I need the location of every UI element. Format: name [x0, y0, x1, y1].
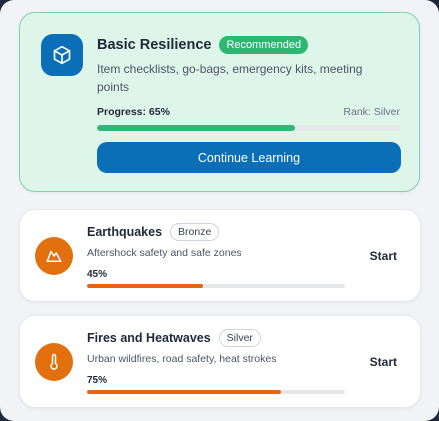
module-title: Earthquakes	[87, 225, 163, 239]
featured-progress-bar	[97, 125, 401, 131]
start-button[interactable]: Start	[370, 249, 397, 263]
module-icon-tile	[35, 343, 73, 381]
module-card-fires-heatwaves[interactable]: Fires and Heatwaves Silver Urban wildfir…	[19, 315, 421, 408]
module-progress-fill	[87, 390, 281, 394]
learning-screen: Basic Resilience Recommended Item checkl…	[0, 0, 439, 421]
featured-title-row: Basic Resilience Recommended	[97, 36, 309, 54]
featured-module-card[interactable]: Basic Resilience Recommended Item checkl…	[19, 12, 420, 192]
continue-learning-button[interactable]: Continue Learning	[97, 142, 401, 173]
module-rank-badge: Bronze	[170, 223, 220, 241]
cube-icon	[53, 45, 71, 65]
featured-title: Basic Resilience	[97, 37, 212, 53]
thermometer-icon	[50, 353, 58, 370]
module-rank-badge: Silver	[218, 329, 261, 347]
module-card-earthquakes[interactable]: Earthquakes Bronze Aftershock safety and…	[19, 209, 421, 302]
featured-rank: Rank: Silver	[343, 106, 400, 118]
module-title: Fires and Heatwaves	[87, 331, 211, 345]
module-title-row: Fires and Heatwaves Silver	[87, 329, 261, 347]
featured-progress-fill	[97, 125, 295, 131]
module-progress-label: 75%	[87, 375, 108, 386]
module-title-row: Earthquakes Bronze	[87, 223, 220, 241]
recommended-badge: Recommended	[219, 36, 309, 54]
module-progress-bar	[87, 390, 345, 394]
module-icon-tile	[35, 237, 73, 275]
featured-icon-tile	[41, 34, 83, 76]
start-button[interactable]: Start	[370, 355, 397, 369]
module-progress-label: 45%	[87, 269, 108, 280]
module-description: Aftershock safety and safe zones	[87, 247, 242, 259]
module-description: Urban wildfires, road safety, heat strok…	[87, 353, 277, 365]
module-progress-fill	[87, 284, 204, 288]
module-progress-bar	[87, 284, 345, 288]
featured-description: Item checklists, go-bags, emergency kits…	[97, 62, 363, 94]
featured-progress-label: Progress: 65%	[97, 106, 170, 118]
mountain-icon	[46, 250, 62, 262]
